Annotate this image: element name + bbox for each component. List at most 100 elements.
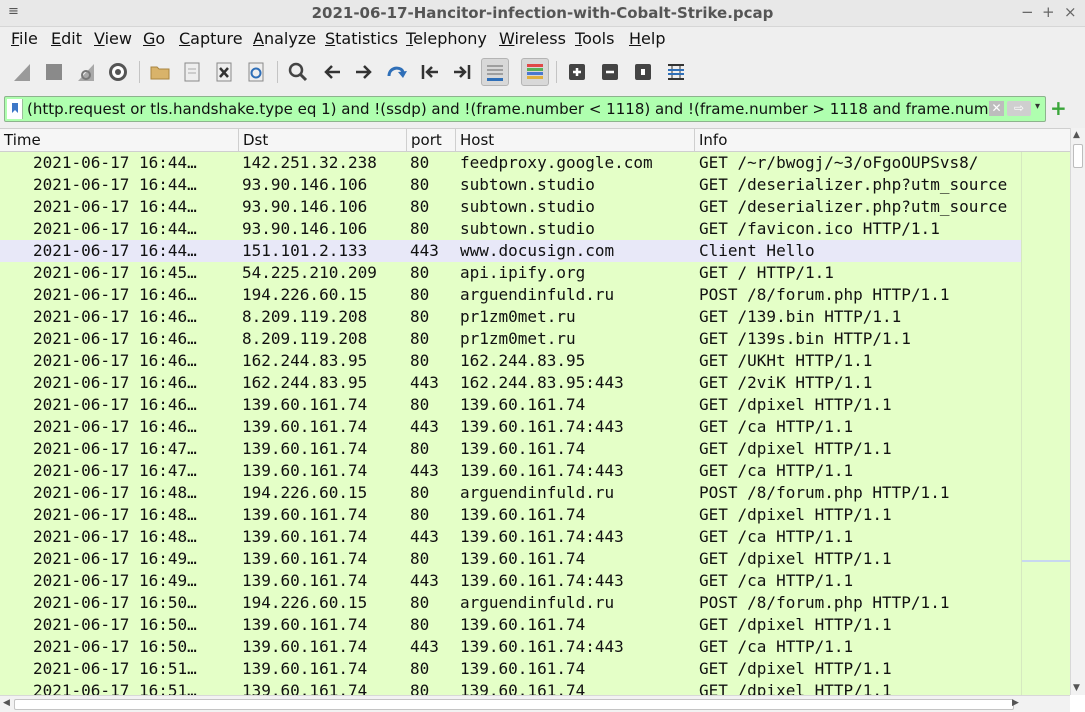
- cell-host: arguendinfuld.ru: [460, 593, 615, 612]
- packet-row[interactable]: 2021-06-17 16:51… 139.60.161.74 80 139.60.1…: [0, 680, 1021, 695]
- bookmark-icon[interactable]: [7, 99, 23, 119]
- cell-host: pr1zm0met.ru: [460, 329, 576, 348]
- packet-row[interactable]: 2021-06-17 16:44… 151.101.2.133 443 www.doc…: [0, 240, 1021, 262]
- packet-minimap[interactable]: [1021, 152, 1071, 695]
- packet-row[interactable]: 2021-06-17 16:44… 93.90.146.106 80 subtown.…: [0, 196, 1021, 218]
- minimize-button[interactable]: −: [1021, 3, 1034, 21]
- cell-info: GET /favicon.ico HTTP/1.1: [699, 219, 940, 238]
- column-header-dst[interactable]: Dst: [239, 129, 407, 152]
- close-window-button[interactable]: ×: [1064, 3, 1077, 21]
- packet-row[interactable]: 2021-06-17 16:44… 93.90.146.106 80 subtown.…: [0, 218, 1021, 240]
- cell-time: 2021-06-17 16:46…: [33, 373, 197, 392]
- reload-icon[interactable]: [242, 58, 270, 86]
- last-packet-icon[interactable]: [448, 58, 476, 86]
- maximize-button[interactable]: +: [1042, 3, 1055, 21]
- packet-row[interactable]: 2021-06-17 16:50… 194.226.60.15 80 arguendi…: [0, 592, 1021, 614]
- packet-row[interactable]: 2021-06-17 16:46… 162.244.83.95 80 162.244.…: [0, 350, 1021, 372]
- cell-dst: 139.60.161.74: [242, 615, 368, 634]
- column-header-time[interactable]: Time: [0, 129, 239, 152]
- packet-row[interactable]: 2021-06-17 16:48… 194.226.60.15 80 arguendi…: [0, 482, 1021, 504]
- menu-view[interactable]: View: [94, 29, 132, 48]
- cell-time: 2021-06-17 16:46…: [33, 395, 197, 414]
- scroll-right-arrow-icon[interactable]: ▶: [1012, 698, 1019, 708]
- open-folder-icon[interactable]: [146, 58, 174, 86]
- zoom-in-icon[interactable]: [563, 58, 591, 86]
- add-filter-button-plus-icon[interactable]: +: [1050, 98, 1068, 118]
- resize-columns-icon[interactable]: [662, 58, 690, 86]
- horizontal-scroll-thumb[interactable]: [14, 699, 1014, 710]
- stop-square-icon[interactable]: [40, 58, 68, 86]
- capture-options-gear-icon[interactable]: [104, 58, 132, 86]
- cell-dst: 139.60.161.74: [242, 659, 368, 678]
- close-file-icon[interactable]: [210, 58, 238, 86]
- clear-filter-icon[interactable]: ✕: [989, 101, 1004, 116]
- go-back-arrow-icon[interactable]: [318, 58, 346, 86]
- filter-history-chevron-down-icon[interactable]: ▾: [1035, 101, 1040, 112]
- column-header-info[interactable]: Info: [695, 129, 1070, 152]
- cell-port: 443: [410, 461, 439, 480]
- packet-row[interactable]: 2021-06-17 16:44… 142.251.32.238 80 feedpro…: [0, 152, 1021, 174]
- display-filter-input[interactable]: (http.request or tls.handshake.type eq 1…: [27, 100, 989, 118]
- horizontal-scrollbar[interactable]: ◀ ▶: [0, 695, 1070, 712]
- menu-tools[interactable]: Tools: [575, 29, 614, 48]
- cell-time: 2021-06-17 16:50…: [33, 593, 197, 612]
- menu-file[interactable]: File: [11, 29, 38, 48]
- menu-help[interactable]: Help: [629, 29, 665, 48]
- packet-row[interactable]: 2021-06-17 16:46… 139.60.161.74 443 139.60.…: [0, 416, 1021, 438]
- first-packet-icon[interactable]: [416, 58, 444, 86]
- packet-row[interactable]: 2021-06-17 16:48… 139.60.161.74 80 139.60.1…: [0, 504, 1021, 526]
- cell-time: 2021-06-17 16:44…: [33, 241, 197, 260]
- cell-time: 2021-06-17 16:44…: [33, 175, 197, 194]
- scroll-up-arrow-icon[interactable]: ▲: [1073, 130, 1080, 140]
- colorize-icon[interactable]: [521, 58, 549, 86]
- menu-bar: File Edit View Go Capture Analyze Statis…: [0, 27, 1085, 51]
- menu-telephony[interactable]: Telephony: [406, 29, 487, 48]
- shark-fin-start-icon[interactable]: [8, 58, 36, 86]
- packet-row[interactable]: 2021-06-17 16:46… 139.60.161.74 80 139.60.1…: [0, 394, 1021, 416]
- cell-time: 2021-06-17 16:48…: [33, 505, 197, 524]
- minimap-marker: [1022, 560, 1071, 562]
- scroll-left-arrow-icon[interactable]: ◀: [3, 698, 10, 708]
- find-magnifier-icon[interactable]: [284, 58, 312, 86]
- packet-row[interactable]: 2021-06-17 16:45… 54.225.210.209 80 api.ipi…: [0, 262, 1021, 284]
- packet-row[interactable]: 2021-06-17 16:47… 139.60.161.74 443 139.60.…: [0, 460, 1021, 482]
- cell-dst: 8.209.119.208: [242, 307, 368, 326]
- packet-row[interactable]: 2021-06-17 16:51… 139.60.161.74 80 139.60.1…: [0, 658, 1021, 680]
- autoscroll-icon[interactable]: [481, 58, 509, 86]
- packet-row[interactable]: 2021-06-17 16:46… 162.244.83.95 443 162.244…: [0, 372, 1021, 394]
- packet-row[interactable]: 2021-06-17 16:44… 93.90.146.106 80 subtown.…: [0, 174, 1021, 196]
- packet-row[interactable]: 2021-06-17 16:46… 194.226.60.15 80 arguendi…: [0, 284, 1021, 306]
- packet-row[interactable]: 2021-06-17 16:48… 139.60.161.74 443 139.60.…: [0, 526, 1021, 548]
- zoom-out-icon[interactable]: [596, 58, 624, 86]
- menu-wireless[interactable]: Wireless: [499, 29, 566, 48]
- menu-statistics[interactable]: Statistics: [325, 29, 398, 48]
- packet-row[interactable]: 2021-06-17 16:49… 139.60.161.74 443 139.60.…: [0, 570, 1021, 592]
- cell-host: 139.60.161.74: [460, 615, 586, 634]
- packet-row[interactable]: 2021-06-17 16:46… 8.209.119.208 80 pr1zm0me…: [0, 306, 1021, 328]
- vertical-scroll-thumb[interactable]: [1073, 144, 1083, 168]
- menu-capture[interactable]: Capture: [179, 29, 243, 48]
- menu-analyze[interactable]: Analyze: [253, 29, 316, 48]
- cell-port: 80: [410, 285, 430, 304]
- go-forward-arrow-icon[interactable]: [350, 58, 378, 86]
- apply-filter-arrow-icon[interactable]: ⇨: [1007, 101, 1031, 116]
- go-to-packet-icon[interactable]: [383, 58, 411, 86]
- normal-size-icon[interactable]: [629, 58, 657, 86]
- cell-port: 80: [410, 219, 430, 238]
- scroll-down-arrow-icon[interactable]: ▼: [1073, 683, 1080, 693]
- vertical-scrollbar[interactable]: ▲ ▼: [1070, 128, 1085, 695]
- packet-row[interactable]: 2021-06-17 16:49… 139.60.161.74 80 139.60.1…: [0, 548, 1021, 570]
- column-header-port[interactable]: port: [407, 129, 456, 152]
- menu-edit[interactable]: Edit: [51, 29, 82, 48]
- restart-fin-icon[interactable]: [72, 58, 100, 86]
- packet-row[interactable]: 2021-06-17 16:47… 139.60.161.74 80 139.60.1…: [0, 438, 1021, 460]
- cell-info: GET /ca HTTP/1.1: [699, 461, 854, 480]
- packet-row[interactable]: 2021-06-17 16:50… 139.60.161.74 80 139.60.1…: [0, 614, 1021, 636]
- save-file-icon[interactable]: [178, 58, 206, 86]
- cell-info: GET /dpixel HTTP/1.1: [699, 659, 892, 678]
- menu-go[interactable]: Go: [143, 29, 165, 48]
- column-header-host[interactable]: Host: [456, 129, 695, 152]
- packet-row[interactable]: 2021-06-17 16:50… 139.60.161.74 443 139.60.…: [0, 636, 1021, 658]
- packet-row[interactable]: 2021-06-17 16:46… 8.209.119.208 80 pr1zm0me…: [0, 328, 1021, 350]
- cell-info: GET /ca HTTP/1.1: [699, 637, 854, 656]
